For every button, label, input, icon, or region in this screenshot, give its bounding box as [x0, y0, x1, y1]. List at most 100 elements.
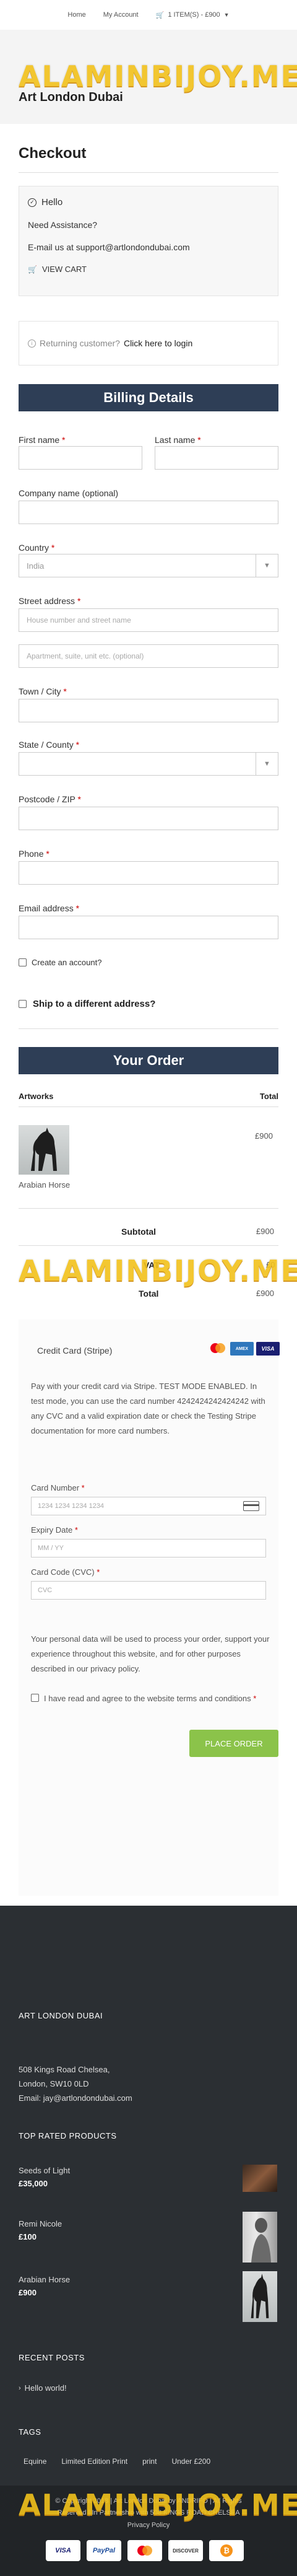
divider [19, 1245, 278, 1246]
product-price: £35,000 [19, 2178, 48, 2188]
check-circle-icon: ✓ [28, 198, 37, 207]
footer-company-title: ART LONDON DUBAI [19, 2011, 103, 2020]
card-number-placeholder: 1234 1234 1234 1234 [38, 1502, 105, 1510]
product-name[interactable]: Arabian Horse [19, 2274, 70, 2287]
ship-different-row[interactable]: Ship to a different address? [19, 999, 155, 1009]
terms-checkbox[interactable] [31, 1694, 39, 1702]
returning-customer-notice: i Returning customer? Click here to logi… [19, 321, 278, 366]
horse-image [31, 1128, 57, 1171]
mastercard-icon [127, 2540, 162, 2561]
visa-icon: VISA [46, 2540, 80, 2561]
seeds-of-light-thumbnail[interactable] [243, 2165, 277, 2192]
support-email[interactable]: E-mail us at support@artlondondubai.com [28, 243, 190, 252]
country-value: India [27, 561, 45, 571]
product-name[interactable]: Seeds of Light [19, 2165, 70, 2178]
tag-item[interactable]: Limited Edition Print [61, 2457, 127, 2466]
street-input-1[interactable]: House number and street name [19, 608, 278, 632]
city-input[interactable] [19, 699, 278, 722]
paypal-icon: PayPal [87, 2540, 121, 2561]
subtotal-value: £900 [256, 1227, 274, 1236]
watermark-top: ALAMINBIJOY.ME [19, 59, 297, 93]
first-name-input[interactable] [19, 446, 142, 470]
state-select[interactable]: ▼ [19, 752, 278, 776]
order-item-price: £900 [255, 1131, 273, 1141]
product-seeds-of-light[interactable]: Seeds of Light £35,000 [19, 2165, 70, 2191]
top-rated-title: TOP RATED PRODUCTS [19, 2131, 117, 2140]
postcode-input[interactable] [19, 807, 278, 830]
chevron-down-icon: ▼ [256, 753, 278, 775]
product-name[interactable]: Remi Nicole [19, 2218, 62, 2231]
cvc-label: Card Code (CVC) * [31, 1567, 100, 1577]
watermark-middle: ALAMINBIJOY.ME [19, 1254, 297, 1287]
watermark-bottom: ALAMINBIJOY.ME [19, 2488, 297, 2521]
top-nav: Home My Account 🛒 1 ITEM(S) - £900 ▼ [0, 0, 297, 30]
site-title[interactable]: Art London Dubai [19, 90, 123, 105]
page-title: Checkout [19, 145, 87, 162]
street-input-2[interactable]: Apartment, suite, unit etc. (optional) [19, 644, 278, 668]
total-label: Total [139, 1289, 159, 1299]
product-remi-nicole[interactable]: Remi Nicole £100 [19, 2218, 62, 2244]
expiry-label: Expiry Date * [31, 1525, 78, 1535]
place-order-button[interactable]: PLACE ORDER [189, 1730, 278, 1757]
recent-post-item[interactable]: › Hello world! [19, 2381, 67, 2396]
company-label: Company name (optional) [19, 488, 119, 498]
nav-home[interactable]: Home [67, 11, 85, 19]
nav-my-account[interactable]: My Account [103, 11, 139, 19]
need-assistance-text: Need Assistance? [28, 220, 98, 230]
product-arabian-horse[interactable]: Arabian Horse £900 [19, 2274, 70, 2300]
arabian-horse-footer-thumbnail[interactable] [243, 2271, 277, 2322]
view-cart-link[interactable]: VIEW CART [42, 265, 87, 273]
chevron-down-icon: ▼ [256, 554, 278, 577]
divider [19, 1208, 278, 1209]
country-select[interactable]: India ▼ [19, 554, 278, 577]
assistance-box: ✓ Hello Need Assistance? E-mail us at su… [19, 186, 278, 296]
product-price: £100 [19, 2232, 37, 2241]
remi-nicole-thumbnail[interactable] [243, 2212, 277, 2263]
country-label: Country * [19, 543, 55, 553]
bitcoin-icon: ₿ [209, 2540, 244, 2561]
tag-cloud: Equine Limited Edition Print print Under… [24, 2457, 210, 2466]
portrait-image [251, 2218, 271, 2263]
arabian-horse-thumbnail[interactable] [19, 1125, 69, 1175]
address-line-2: London, SW10 0LD [19, 2079, 89, 2088]
street-label: Street address * [19, 596, 81, 606]
divider [19, 1106, 278, 1107]
footer-email[interactable]: Email: jay@artlondondubai.com [19, 2092, 132, 2106]
terms-row[interactable]: I have read and agree to the website ter… [31, 1691, 266, 1706]
email-input[interactable] [19, 916, 278, 939]
first-name-label: First name * [19, 435, 66, 445]
cvc-input[interactable]: CVC [31, 1581, 266, 1600]
returning-text: Returning customer? [40, 338, 120, 348]
horse-image [251, 2274, 269, 2318]
state-label: State / County * [19, 740, 80, 750]
create-account-row[interactable]: Create an account? [19, 958, 101, 967]
create-account-checkbox[interactable] [19, 958, 27, 966]
recent-post-link[interactable]: Hello world! [25, 2381, 67, 2396]
expiry-input[interactable]: MM / YY [31, 1539, 266, 1557]
chevron-right-icon: › [19, 2384, 21, 2392]
tag-item[interactable]: Under £200 [171, 2457, 210, 2466]
card-number-input[interactable]: 1234 1234 1234 1234 [31, 1497, 266, 1515]
discover-icon: DISCOVER [168, 2540, 203, 2561]
payment-methods: VISA PayPal DISCOVER ₿ [46, 2540, 244, 2561]
phone-label: Phone * [19, 849, 50, 859]
amex-icon: AMEX [230, 1342, 254, 1356]
city-label: Town / City * [19, 686, 67, 696]
ship-different-checkbox[interactable] [19, 1000, 27, 1008]
ship-different-label: Ship to a different address? [33, 999, 156, 1009]
nav-cart[interactable]: 🛒 1 ITEM(S) - £900 ▼ [156, 11, 230, 19]
last-name-input[interactable] [155, 446, 278, 470]
order-table-header: Artworks Total [19, 1092, 278, 1101]
cart-summary: 1 ITEM(S) - £900 [168, 11, 220, 19]
chevron-down-icon: ▼ [223, 12, 230, 18]
payment-method-label[interactable]: Credit Card (Stripe) [37, 1346, 112, 1356]
phone-input[interactable] [19, 861, 278, 885]
tag-item[interactable]: Equine [24, 2457, 46, 2466]
login-link[interactable]: Click here to login [124, 338, 192, 348]
cart-icon: 🛒 [155, 11, 165, 19]
tag-item[interactable]: print [142, 2457, 157, 2466]
expiry-placeholder: MM / YY [38, 1544, 64, 1552]
company-input[interactable] [19, 501, 278, 524]
card-brands: AMEX VISA [208, 1342, 280, 1356]
privacy-notice: Your personal data will be used to proce… [31, 1634, 270, 1674]
